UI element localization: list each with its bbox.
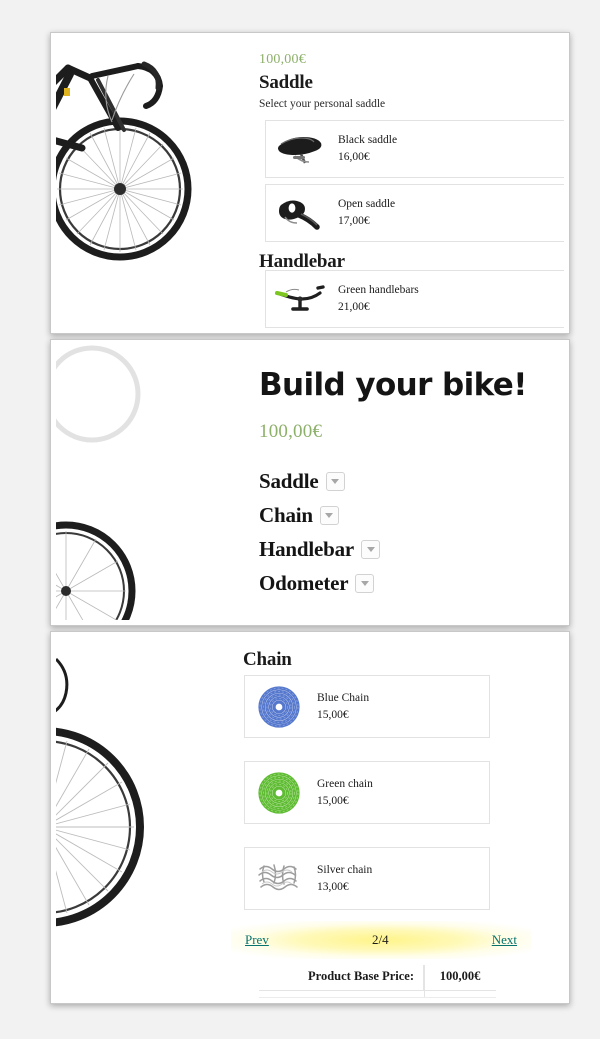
chevron-down-icon[interactable] [319,506,339,525]
black-saddle-image [274,127,326,171]
option-price: 16,00€ [338,151,370,163]
option-name: Black saddle [338,134,398,147]
option-meta-blue-chain: Blue Chain 15,00€ [317,690,369,723]
option-card-silver-chain[interactable]: Silver chain 13,00€ [244,847,490,910]
option-price: 15,00€ [317,794,349,807]
option-price: 13,00€ [317,880,349,893]
option-name: Green handlebars [338,284,419,297]
green-chain-image [253,771,305,815]
accordion-label: Handlebar [259,537,355,561]
chevron-down-icon[interactable] [355,574,375,593]
panel-build-your-bike-content: Build your bike! 100,00€ Saddle Chain Ha… [211,345,564,620]
accordion-label: Odometer [259,571,349,595]
configurator-total-price: 100,00€ [259,421,323,442]
option-name: Green chain [317,777,373,790]
option-card-blue-chain[interactable]: Blue Chain 15,00€ [244,675,490,738]
chevron-down-icon[interactable] [361,540,381,559]
chain-section-heading: Chain [243,649,292,670]
option-meta-silver-chain: Silver chain 13,00€ [317,862,372,895]
accordion-item-handlebar[interactable]: Handlebar [259,537,381,562]
silver-chain-image [253,857,305,901]
accordion-list: Saddle Chain Handlebar Odometer [259,469,381,605]
price-table-divider [424,965,425,997]
road-bike-wheel-image [56,637,216,998]
road-bike-front-wheel-image [56,38,216,328]
pagination: Prev 2/4 Next [231,921,531,959]
page-counter: 2/4 [371,932,389,947]
panel-chain-inner: Chain Blue Chain 15,00€ Green chain 15,0… [56,637,564,998]
option-name: Open saddle [338,198,396,211]
next-link[interactable]: Next [492,932,517,948]
saddle-helper-text: Select your personal saddle [259,98,386,110]
option-meta-green-handlebars: Green handlebars 21,00€ [338,282,419,315]
green-handlebar-image [274,277,326,321]
panel-saddle-handlebar-inner: 100,00€ Saddle Select your personal sadd… [56,38,564,328]
pagination-row: Prev 2/4 Next [231,921,531,948]
blue-chain-image [253,685,305,729]
option-price: 21,00€ [338,301,370,313]
prev-link[interactable]: Prev [245,932,269,948]
accordion-item-odometer[interactable]: Odometer [259,571,380,596]
open-saddle-image [274,191,326,235]
option-card-black-saddle[interactable]: Black saddle 16,00€ [265,120,564,178]
panel-chain: Chain Blue Chain 15,00€ Green chain 15,0… [50,631,570,1004]
panel-saddle-handlebar: 100,00€ Saddle Select your personal sadd… [50,32,570,334]
option-meta-black-saddle: Black saddle 16,00€ [338,132,397,165]
accordion-label: Chain [259,503,313,527]
accordion-label: Saddle [259,469,319,493]
chevron-down-icon[interactable] [325,472,345,491]
option-meta-open-saddle: Open saddle 17,00€ [338,196,395,229]
product-base-price-value: 100,00€ [439,969,481,983]
panel-saddle-handlebar-content: 100,00€ Saddle Select your personal sadd… [211,38,564,328]
product-base-price-label: Product Base Price: [259,965,424,990]
panel-chain-content: Chain Blue Chain 15,00€ Green chain 15,0… [211,637,564,998]
road-bike-rear-wheel-image [56,345,216,620]
option-card-open-saddle[interactable]: Open saddle 17,00€ [265,184,564,242]
accordion-item-chain[interactable]: Chain [259,503,380,528]
option-price: 17,00€ [338,215,370,227]
panel-build-your-bike-inner: Build your bike! 100,00€ Saddle Chain Ha… [56,345,564,620]
option-meta-green-chain: Green chain 15,00€ [317,776,373,809]
screenshot-root: 100,00€ Saddle Select your personal sadd… [0,0,600,1039]
option-card-green-handlebars[interactable]: Green handlebars 21,00€ [265,270,564,328]
page-title: Build your bike! [259,367,527,403]
price-table-next-row [259,989,496,998]
saddle-section-heading: Saddle [259,72,313,93]
configurator-price: 100,00€ [259,52,306,67]
panel-build-your-bike: Build your bike! 100,00€ Saddle Chain Ha… [50,339,570,626]
option-name: Blue Chain [317,691,370,704]
accordion-item-saddle[interactable]: Saddle [259,469,380,494]
option-card-green-chain[interactable]: Green chain 15,00€ [244,761,490,824]
option-name: Silver chain [317,863,373,876]
product-base-price-row: Product Base Price: 100,00€ [259,965,496,991]
option-price: 15,00€ [317,708,349,721]
